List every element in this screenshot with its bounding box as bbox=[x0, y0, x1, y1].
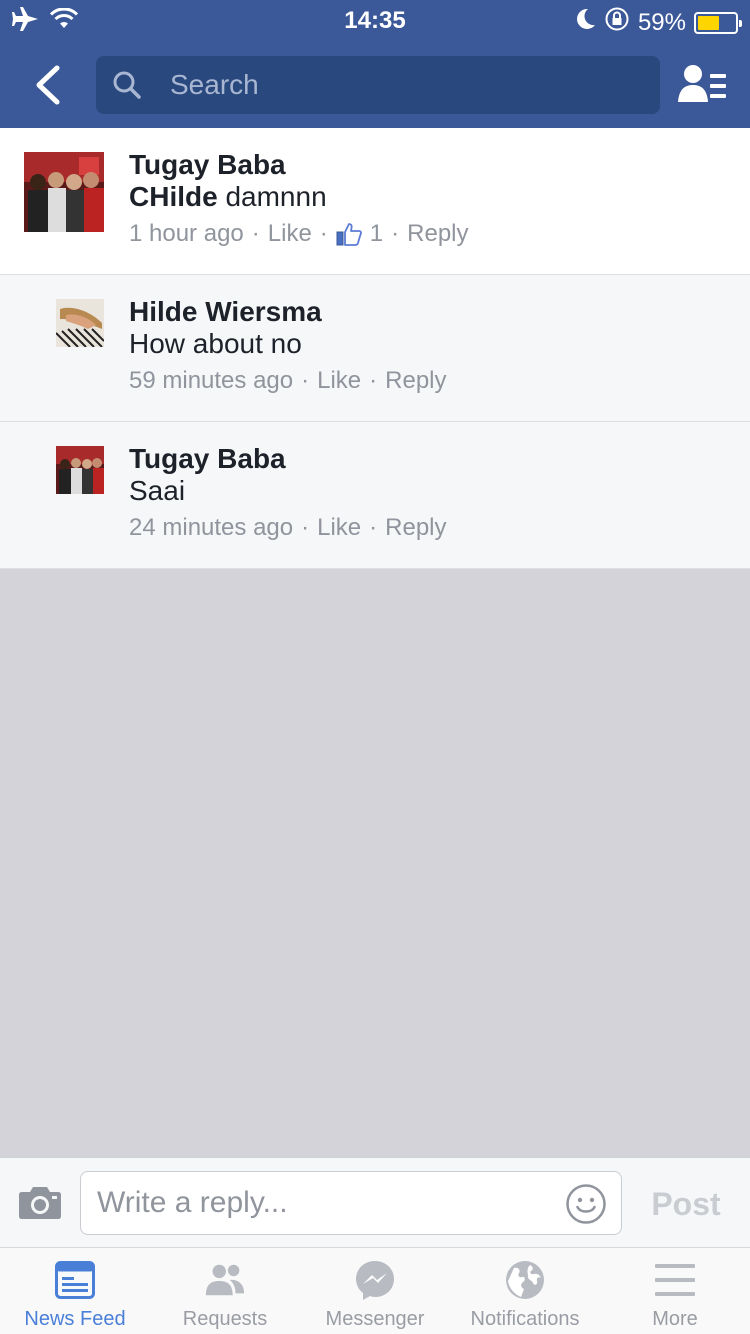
comment-item: Tugay Baba Saai 24 minutes ago · Like · … bbox=[0, 422, 750, 569]
comment-text: Saai bbox=[129, 475, 186, 506]
separator-dot: · bbox=[391, 220, 400, 247]
tab-label: Messenger bbox=[325, 1308, 425, 1330]
separator-dot: · bbox=[301, 367, 310, 394]
comment-body: Tugay Baba CHilde damnnn 1 hour ago · Li… bbox=[129, 148, 469, 248]
moon-icon bbox=[574, 7, 596, 38]
news-feed-icon bbox=[53, 1260, 97, 1300]
search-icon bbox=[112, 70, 142, 100]
separator-dot: · bbox=[301, 514, 310, 541]
comment-time: 24 minutes ago bbox=[129, 514, 294, 541]
smiley-icon bbox=[566, 1184, 606, 1224]
reply-link[interactable]: Reply bbox=[385, 367, 446, 395]
tab-label: News Feed bbox=[24, 1308, 126, 1330]
tab-requests[interactable]: Requests bbox=[150, 1248, 300, 1334]
like-count: 1 bbox=[369, 220, 384, 247]
post-button[interactable]: Post bbox=[640, 1182, 732, 1226]
like-link[interactable]: Like bbox=[317, 514, 361, 542]
comment-meta: 59 minutes ago · Like · Reply bbox=[129, 367, 447, 395]
status-right: 59% bbox=[574, 6, 742, 39]
requests-icon bbox=[203, 1260, 247, 1300]
back-button[interactable] bbox=[22, 60, 72, 110]
friends-list-icon bbox=[678, 65, 726, 102]
tab-label: Notifications bbox=[470, 1308, 580, 1330]
status-bar: 14:35 59% bbox=[0, 0, 750, 40]
thumbs-up-icon[interactable] bbox=[336, 222, 362, 246]
comment-item: Hilde Wiersma How about no 59 minutes ag… bbox=[0, 275, 750, 422]
rotation-lock-icon bbox=[604, 6, 630, 39]
camera-button[interactable] bbox=[18, 1184, 62, 1220]
comment-body: Hilde Wiersma How about no 59 minutes ag… bbox=[129, 295, 447, 395]
battery-icon bbox=[694, 11, 742, 34]
reply-link[interactable]: Reply bbox=[385, 514, 446, 542]
search-bar[interactable] bbox=[96, 56, 660, 114]
tab-label: Requests bbox=[182, 1308, 268, 1330]
emoji-button[interactable] bbox=[565, 1183, 607, 1225]
tab-messenger[interactable]: Messenger bbox=[300, 1248, 450, 1334]
comment-time: 1 hour ago bbox=[129, 220, 244, 247]
comment-text-rest: damnnn bbox=[217, 181, 327, 212]
battery-percent: 59% bbox=[637, 8, 686, 36]
battery-level bbox=[698, 15, 720, 30]
chevron-left-icon bbox=[36, 65, 60, 105]
tab-label: More bbox=[652, 1308, 698, 1330]
reply-composer: Post bbox=[0, 1157, 750, 1247]
separator-dot: · bbox=[369, 514, 378, 541]
like-link[interactable]: Like bbox=[268, 220, 312, 248]
comment-text: CHilde damnnn bbox=[129, 182, 469, 212]
messenger-icon bbox=[353, 1260, 397, 1300]
reply-input[interactable] bbox=[97, 1182, 557, 1224]
separator-dot: · bbox=[251, 220, 260, 247]
bottom-tab-bar: News Feed Requests Messenger Notificatio… bbox=[0, 1247, 750, 1334]
avatar[interactable] bbox=[56, 299, 104, 347]
tab-news-feed[interactable]: News Feed bbox=[0, 1248, 150, 1334]
globe-icon bbox=[503, 1260, 547, 1300]
reply-input-box[interactable] bbox=[80, 1171, 622, 1235]
comment-text: How about no bbox=[129, 328, 302, 359]
nav-row bbox=[0, 56, 750, 114]
comment-body: Tugay Baba Saai 24 minutes ago · Like · … bbox=[129, 442, 447, 542]
comment-meta: 1 hour ago · Like · 1 · Reply bbox=[129, 220, 469, 248]
friends-list-button[interactable] bbox=[676, 62, 730, 108]
comment-author[interactable]: Hilde Wiersma bbox=[129, 295, 447, 329]
comment-thread: Tugay Baba CHilde damnnn 1 hour ago · Li… bbox=[0, 128, 750, 569]
comment-meta: 24 minutes ago · Like · Reply bbox=[129, 514, 447, 542]
separator-dot: · bbox=[369, 367, 378, 394]
comment-author[interactable]: Tugay Baba bbox=[129, 442, 447, 476]
mention-link[interactable]: CHilde bbox=[129, 181, 218, 212]
avatar[interactable] bbox=[24, 152, 104, 232]
comment-author[interactable]: Tugay Baba bbox=[129, 148, 469, 182]
tab-notifications[interactable]: Notifications bbox=[450, 1248, 600, 1334]
top-header: 14:35 59% bbox=[0, 0, 750, 128]
separator-dot: · bbox=[319, 220, 328, 247]
camera-icon bbox=[19, 1187, 61, 1219]
comment-time: 59 minutes ago bbox=[129, 367, 294, 394]
avatar[interactable] bbox=[56, 446, 104, 494]
like-link[interactable]: Like bbox=[317, 367, 361, 395]
search-input[interactable] bbox=[170, 69, 630, 101]
reply-link[interactable]: Reply bbox=[407, 220, 468, 248]
comment-item: Tugay Baba CHilde damnnn 1 hour ago · Li… bbox=[0, 128, 750, 275]
menu-icon bbox=[653, 1260, 697, 1300]
tab-more[interactable]: More bbox=[600, 1248, 750, 1334]
